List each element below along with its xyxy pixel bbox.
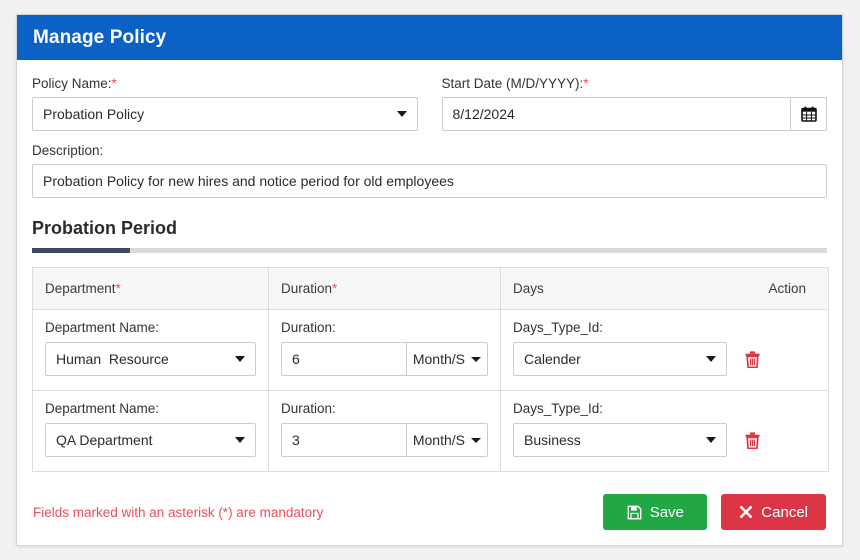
start-date-value: 8/12/2024	[452, 106, 515, 122]
close-x-icon	[739, 505, 753, 519]
description-value: Probation Policy for new hires and notic…	[43, 173, 454, 189]
row-0-delete-button[interactable]	[741, 347, 763, 371]
cancel-button-label: Cancel	[761, 503, 808, 521]
column-header-days-action: Days Action	[500, 267, 829, 310]
probation-period-table: Department* Duration* Days Action Depart…	[32, 267, 829, 472]
row-1-duration-cell: Duration: 3 Month/S	[268, 390, 501, 472]
row-0-department-select[interactable]: Human Resource	[45, 342, 256, 376]
row-1-days-action-cell: Days_Type_Id: Business	[500, 390, 829, 472]
row-0-duration-cell: Duration: 6 Month/S	[268, 309, 501, 391]
page-background: Manage Policy Policy Name:* Probation Po…	[0, 0, 860, 560]
table-body: Department Name: Human Resource Duration…	[32, 309, 829, 472]
trash-icon	[745, 350, 759, 368]
start-date-label: Start Date (M/D/YYYY):*	[442, 76, 828, 91]
save-button-label: Save	[649, 503, 684, 521]
row-1-days-action-wrap: Days_Type_Id: Business	[513, 401, 816, 457]
row-0-duration-group: 6 Month/S	[281, 342, 488, 376]
start-date-group: Start Date (M/D/YYYY):* 8/12/2024	[441, 76, 828, 131]
column-header-department-label: Department	[45, 281, 116, 296]
tab-underline	[32, 248, 827, 253]
description-label: Description:	[32, 143, 104, 158]
row-1-department-label: Department Name:	[45, 401, 160, 416]
save-button[interactable]: Save	[603, 494, 708, 530]
save-floppy-icon	[627, 505, 642, 520]
chevron-down-icon	[471, 437, 481, 443]
row-0-duration-unit-value: Month/S	[412, 351, 465, 367]
card-body: Policy Name:* Probation Policy Start Dat…	[17, 60, 842, 530]
row-1-days-type-value: Business	[524, 432, 581, 448]
duration-required-asterisk: *	[332, 281, 338, 296]
row-0-days-action-wrap: Days_Type_Id: Calender	[513, 320, 816, 376]
top-form-row: Policy Name:* Probation Policy Start Dat…	[32, 76, 827, 131]
tab-probation-period[interactable]: Probation Period	[32, 218, 827, 248]
chevron-down-icon	[235, 437, 245, 443]
row-1-days-type-label: Days_Type_Id:	[513, 401, 604, 416]
row-1-days-type-select[interactable]: Business	[513, 423, 727, 457]
mandatory-fields-note: Fields marked with an asterisk (*) are m…	[33, 504, 324, 520]
chevron-down-icon	[706, 356, 716, 362]
row-1-department-value: QA Department	[56, 432, 153, 448]
row-1-duration-group: 3 Month/S	[281, 423, 488, 457]
start-date-label-text: Start Date (M/D/YYYY):	[441, 76, 584, 91]
table-header: Department* Duration* Days Action	[32, 267, 829, 310]
column-header-action-label: Action	[768, 281, 806, 296]
description-group: Description: Probation Policy for new hi…	[32, 143, 827, 198]
row-1-delete-button[interactable]	[741, 428, 763, 452]
chevron-down-icon	[706, 437, 716, 443]
row-1-duration-unit-select[interactable]: Month/S	[405, 423, 488, 457]
start-date-input[interactable]: 8/12/2024	[443, 98, 791, 130]
section-tabs: Probation Period	[32, 218, 827, 253]
row-1-duration-label: Duration:	[281, 401, 336, 416]
row-1-duration-value: 3	[292, 432, 300, 448]
chevron-down-icon	[396, 111, 407, 117]
policy-name-required-asterisk: *	[111, 76, 117, 91]
tab-probation-period-label: Probation Period	[32, 218, 178, 238]
department-required-asterisk: *	[115, 281, 121, 296]
table-header-row: Department* Duration* Days Action	[32, 267, 829, 310]
row-0-duration-unit-select[interactable]: Month/S	[405, 342, 488, 376]
footer-buttons: Save Cancel	[603, 494, 826, 530]
card-header: Manage Policy	[17, 15, 842, 60]
column-header-department: Department*	[32, 267, 269, 310]
page-title: Manage Policy	[33, 26, 167, 48]
row-0-days-type-value: Calender	[524, 351, 581, 367]
policy-name-label-text: Policy Name:	[32, 76, 112, 91]
row-0-days-action-cell: Days_Type_Id: Calender	[500, 309, 829, 391]
table-row: Department Name: QA Department Duration:…	[32, 390, 829, 472]
policy-name-label: Policy Name:*	[32, 76, 418, 91]
row-1-department-cell: Department Name: QA Department	[32, 390, 269, 472]
row-1-duration-unit-value: Month/S	[412, 432, 465, 448]
row-0-days-type-label: Days_Type_Id:	[513, 320, 604, 335]
column-header-duration: Duration*	[268, 267, 501, 310]
calendar-icon	[800, 106, 817, 122]
row-0-days-type-select[interactable]: Calender	[513, 342, 727, 376]
cancel-button[interactable]: Cancel	[721, 494, 826, 530]
column-header-duration-label: Duration	[281, 281, 333, 296]
policy-name-select[interactable]: Probation Policy	[32, 97, 418, 131]
row-1-duration-input[interactable]: 3	[281, 423, 406, 457]
column-header-days-label: Days	[513, 281, 544, 296]
row-0-department-cell: Department Name: Human Resource	[32, 309, 269, 391]
row-0-duration-input[interactable]: 6	[281, 342, 406, 376]
chevron-down-icon	[471, 356, 481, 362]
row-0-duration-label: Duration:	[281, 320, 336, 335]
description-input[interactable]: Probation Policy for new hires and notic…	[32, 164, 827, 198]
policy-name-value: Probation Policy	[43, 106, 145, 122]
start-date-required-asterisk: *	[583, 76, 589, 91]
chevron-down-icon	[235, 356, 245, 362]
row-1-department-select[interactable]: QA Department	[45, 423, 256, 457]
policy-name-group: Policy Name:* Probation Policy	[32, 76, 418, 131]
manage-policy-card: Manage Policy Policy Name:* Probation Po…	[16, 14, 843, 546]
row-0-department-value: Human Resource	[56, 351, 169, 367]
table-row: Department Name: Human Resource Duration…	[32, 309, 829, 391]
calendar-picker-button[interactable]	[790, 98, 826, 130]
card-footer: Fields marked with an asterisk (*) are m…	[32, 494, 827, 530]
trash-icon	[745, 431, 759, 449]
start-date-input-group: 8/12/2024	[441, 97, 827, 131]
row-0-department-label: Department Name:	[45, 320, 160, 335]
row-0-duration-value: 6	[292, 351, 300, 367]
